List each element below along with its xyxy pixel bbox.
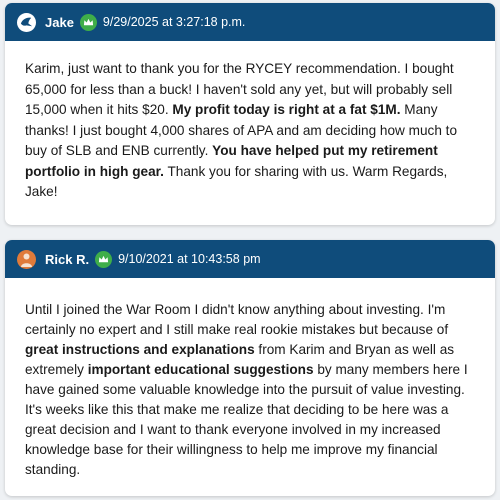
testimonial-header: Rick R. 9/10/2021 at 10:43:58 pm: [5, 240, 495, 278]
testimonial-text: Karim, just want to thank you for the RY…: [5, 41, 495, 203]
timestamp: 9/10/2021 at 10:43:58 pm: [118, 252, 261, 266]
author-name[interactable]: Jake: [45, 15, 74, 30]
testimonial-card: Rick R. 9/10/2021 at 10:43:58 pm Until I…: [5, 240, 495, 496]
testimonial-header: Jake 9/29/2025 at 3:27:18 p.m.: [5, 3, 495, 41]
timestamp: 9/29/2025 at 3:27:18 p.m.: [102, 15, 246, 29]
text-segment-bold: important educational suggestions: [87, 362, 314, 377]
text-segment-bold: great instructions and explanations: [25, 342, 255, 357]
text-segment-bold: My profit today is right at a fat $1M.: [172, 102, 401, 117]
author-name[interactable]: Rick R.: [45, 252, 89, 267]
text-segment: Until I joined the War Room I didn't kno…: [25, 302, 449, 337]
text-segment: by many members here I have gained some …: [25, 362, 468, 477]
crown-icon: [95, 250, 113, 268]
testimonial-card: Jake 9/29/2025 at 3:27:18 p.m. Karim, ju…: [5, 3, 495, 225]
person-avatar-icon: [17, 249, 36, 269]
testimonial-text: Until I joined the War Room I didn't kno…: [5, 278, 495, 480]
crown-icon: [79, 13, 97, 31]
dove-icon: [17, 12, 36, 32]
